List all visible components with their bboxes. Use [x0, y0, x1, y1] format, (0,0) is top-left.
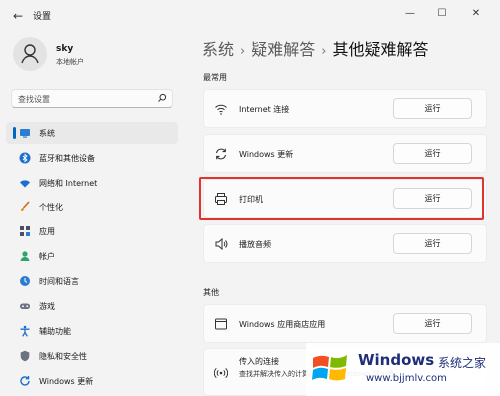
sidebar-item-bluetooth[interactable]: 蓝牙和其他设备 [6, 147, 178, 169]
windows-update-icon [20, 376, 30, 386]
sidebar-item-label: Windows 更新 [39, 377, 94, 386]
sidebar-item-personalization[interactable]: 个性化 [6, 196, 178, 218]
account-type: 本地帐户 [56, 58, 84, 66]
troubleshooter-label: 传入的连接 [239, 357, 279, 366]
sidebar-item-label: 网络和 Internet [39, 179, 98, 188]
search-input[interactable]: 查找设置 [18, 94, 50, 105]
watermark: Windows 系统之家 www.bjjmlv.com [306, 343, 500, 396]
sidebar-item-label: 应用 [39, 227, 55, 236]
sidebar-item-time-language[interactable]: 时间和语言 [6, 270, 178, 292]
sidebar-item-gaming[interactable]: 游戏 [6, 295, 178, 317]
avatar[interactable] [13, 37, 47, 71]
apps-icon [20, 226, 30, 236]
sidebar-item-windows-update[interactable]: Windows 更新 [6, 370, 178, 392]
back-button[interactable]: ← [8, 6, 28, 26]
sidebar-item-label: 个性化 [39, 203, 63, 212]
run-button-windows-update[interactable]: 运行 [393, 143, 472, 164]
run-button-internet[interactable]: 运行 [393, 98, 472, 119]
breadcrumb-troubleshoot[interactable]: 疑难解答 [251, 40, 315, 59]
sidebar-item-label: 蓝牙和其他设备 [39, 154, 95, 163]
troubleshooter-label: 播放音频 [239, 240, 271, 249]
sidebar-item-accounts[interactable]: 帐户 [6, 245, 178, 267]
incoming-connection-icon [214, 367, 228, 379]
accessibility-icon [20, 325, 30, 337]
section-label-common: 最常用 [203, 73, 227, 82]
user-name: sky [56, 44, 74, 54]
breadcrumb-separator: › [240, 44, 246, 59]
sidebar-item-label: 隐私和安全性 [39, 352, 87, 361]
bluetooth-icon [19, 152, 31, 164]
account-icon [20, 251, 30, 261]
sidebar-item-network[interactable]: 网络和 Internet [6, 172, 178, 194]
run-button-store-apps[interactable]: 运行 [393, 313, 472, 334]
section-label-other: 其他 [203, 288, 219, 297]
wifi-icon [215, 104, 227, 115]
active-indicator [13, 127, 16, 139]
sidebar-item-label: 系统 [39, 129, 55, 138]
search-icon[interactable] [157, 93, 167, 103]
title-bar: ← 设置 — ☐ ✕ [0, 0, 500, 32]
sidebar-item-label: 帐户 [39, 252, 55, 261]
system-icon [20, 129, 30, 138]
search-box[interactable]: 查找设置 [11, 89, 173, 108]
sidebar-item-label: 辅助功能 [39, 327, 71, 336]
run-button-audio[interactable]: 运行 [393, 233, 472, 254]
page-title: 其他疑难解答 [332, 40, 429, 59]
brush-icon [21, 201, 30, 211]
breadcrumb-system[interactable]: 系统 [202, 40, 234, 59]
watermark-url: www.bjjmlv.com [366, 373, 447, 384]
troubleshooter-windows-update: Windows 更新 运行 [203, 134, 487, 173]
sidebar-item-accessibility[interactable]: 辅助功能 [6, 320, 178, 342]
sidebar-item-system[interactable]: 系统 [6, 122, 178, 144]
app-title: 设置 [33, 12, 52, 22]
watermark-site-name: 系统之家 [438, 356, 487, 370]
gamepad-icon [20, 303, 30, 309]
windows-logo-icon [312, 355, 347, 381]
troubleshooter-label: Windows 更新 [239, 150, 294, 159]
troubleshooter-internet: Internet 连接 运行 [203, 89, 487, 128]
highlight-box [199, 177, 484, 220]
maximize-button[interactable]: ☐ [428, 4, 456, 24]
sidebar-item-apps[interactable]: 应用 [6, 220, 178, 242]
breadcrumb-separator: › [321, 44, 327, 59]
sidebar-item-label: 时间和语言 [39, 277, 79, 286]
troubleshooter-audio: 播放音频 运行 [203, 224, 487, 263]
breadcrumb: 系统 › 疑难解答 › 其他疑难解答 [202, 36, 428, 60]
troubleshooter-label: Internet 连接 [239, 105, 290, 114]
minimize-button[interactable]: — [396, 4, 424, 24]
store-app-icon [215, 318, 227, 330]
troubleshooter-store-apps: Windows 应用商店应用 运行 [203, 304, 487, 343]
watermark-title: Windows [358, 351, 435, 369]
troubleshooter-label: Windows 应用商店应用 [239, 320, 326, 329]
sidebar-item-label: 游戏 [39, 302, 55, 311]
wifi-icon [20, 180, 30, 188]
user-icon [21, 44, 39, 64]
sidebar-item-privacy[interactable]: 隐私和安全性 [6, 345, 178, 367]
close-button[interactable]: ✕ [462, 4, 490, 24]
refresh-icon [215, 148, 227, 160]
shield-icon [20, 350, 30, 362]
globe-clock-icon [20, 276, 30, 286]
speaker-icon [215, 237, 228, 251]
